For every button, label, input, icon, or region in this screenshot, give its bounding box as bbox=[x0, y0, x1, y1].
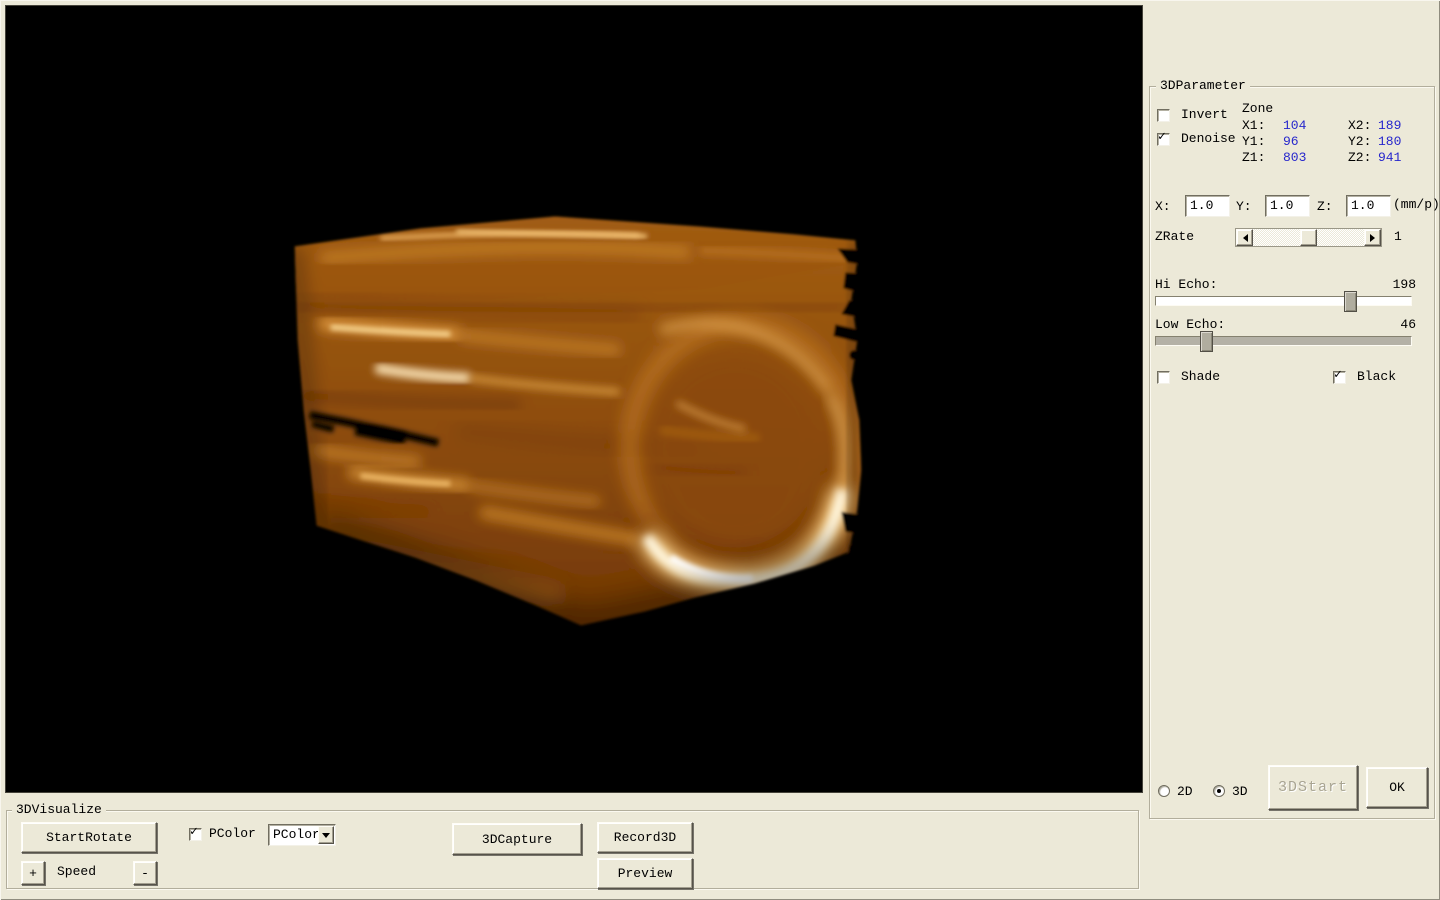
check-icon bbox=[1334, 368, 1342, 381]
zone-label: Zone bbox=[1242, 101, 1273, 116]
zone-y1-value: 96 bbox=[1283, 134, 1299, 149]
invert-label: Invert bbox=[1181, 107, 1228, 122]
radio-dot bbox=[1217, 789, 1221, 793]
zone-y2-value: 180 bbox=[1378, 134, 1401, 149]
black-label: Black bbox=[1357, 369, 1396, 384]
zone-z1-label: Z1: bbox=[1242, 150, 1265, 165]
zrate-right-button[interactable] bbox=[1364, 229, 1381, 246]
check-icon bbox=[1158, 130, 1166, 143]
x-scale-label: X: bbox=[1155, 199, 1171, 214]
record3d-button[interactable]: Record3D bbox=[597, 822, 693, 853]
zone-x2-label: X2: bbox=[1348, 118, 1371, 133]
x-scale-input[interactable]: 1.0 bbox=[1185, 195, 1230, 217]
render-viewport[interactable] bbox=[5, 5, 1143, 793]
pcolor-select-value: PColor bbox=[273, 827, 320, 842]
3dcapture-button[interactable]: 3DCapture bbox=[452, 823, 582, 855]
zone-y2-label: Y2: bbox=[1348, 134, 1371, 149]
hi-echo-value: 198 bbox=[1368, 277, 1416, 292]
parameter-group-title: 3DParameter bbox=[1156, 79, 1250, 93]
zone-x1-value: 104 bbox=[1283, 118, 1306, 133]
volume-render-3d bbox=[6, 6, 1142, 792]
start-rotate-button[interactable]: StartRotate bbox=[21, 822, 157, 853]
speed-plus-button[interactable]: + bbox=[21, 861, 45, 885]
ok-button[interactable]: OK bbox=[1366, 767, 1428, 808]
pcolor-select[interactable]: PColor bbox=[268, 824, 336, 846]
zrate-value: 1 bbox=[1394, 229, 1402, 244]
scale-unit-label: (mm/p) bbox=[1393, 197, 1440, 212]
shade-checkbox[interactable] bbox=[1157, 371, 1170, 384]
preview-button[interactable]: Preview bbox=[597, 858, 693, 889]
black-checkbox[interactable] bbox=[1333, 371, 1346, 384]
shade-label: Shade bbox=[1181, 369, 1220, 384]
zrate-label: ZRate bbox=[1155, 229, 1194, 244]
mode-3d-label: 3D bbox=[1232, 784, 1248, 799]
low-echo-label: Low Echo: bbox=[1155, 317, 1225, 332]
denoise-label: Denoise bbox=[1181, 131, 1236, 146]
zone-x2-value: 189 bbox=[1378, 118, 1401, 133]
mode-2d-radio[interactable] bbox=[1158, 785, 1170, 797]
mode-2d-label: 2D bbox=[1177, 784, 1193, 799]
low-echo-slider-thumb[interactable] bbox=[1200, 331, 1213, 352]
y-scale-label: Y: bbox=[1236, 199, 1252, 214]
zone-z2-value: 941 bbox=[1378, 150, 1401, 165]
3dstart-button[interactable]: 3DStart bbox=[1268, 765, 1358, 810]
low-echo-value: 46 bbox=[1368, 317, 1416, 332]
arrow-right-icon bbox=[1370, 234, 1379, 242]
arrow-left-icon bbox=[1239, 234, 1248, 242]
mode-3d-radio[interactable] bbox=[1213, 785, 1225, 797]
pcolor-checkbox[interactable] bbox=[189, 828, 202, 841]
zrate-scrollbar-thumb[interactable] bbox=[1300, 229, 1317, 246]
visualize-group-title: 3DVisualize bbox=[12, 803, 106, 817]
chevron-down-icon bbox=[322, 833, 330, 842]
hi-echo-slider[interactable] bbox=[1155, 296, 1412, 306]
zone-z1-value: 803 bbox=[1283, 150, 1306, 165]
hi-echo-label: Hi Echo: bbox=[1155, 277, 1217, 292]
z-scale-label: Z: bbox=[1317, 199, 1333, 214]
pcolor-label: PColor bbox=[209, 826, 256, 841]
z-scale-input[interactable]: 1.0 bbox=[1346, 195, 1391, 217]
zone-y1-label: Y1: bbox=[1242, 134, 1265, 149]
y-scale-input[interactable]: 1.0 bbox=[1265, 195, 1310, 217]
speed-minus-button[interactable]: - bbox=[133, 861, 157, 885]
pcolor-select-dropdown-button[interactable] bbox=[318, 826, 334, 844]
invert-checkbox[interactable] bbox=[1157, 109, 1170, 122]
zrate-scrollbar[interactable] bbox=[1235, 228, 1382, 247]
speed-label: Speed bbox=[57, 864, 96, 879]
check-icon bbox=[190, 825, 198, 838]
low-echo-slider[interactable] bbox=[1155, 336, 1412, 346]
zone-z2-label: Z2: bbox=[1348, 150, 1371, 165]
denoise-checkbox[interactable] bbox=[1157, 133, 1170, 146]
hi-echo-slider-thumb[interactable] bbox=[1344, 291, 1357, 312]
zone-x1-label: X1: bbox=[1242, 118, 1265, 133]
zrate-left-button[interactable] bbox=[1236, 229, 1253, 246]
